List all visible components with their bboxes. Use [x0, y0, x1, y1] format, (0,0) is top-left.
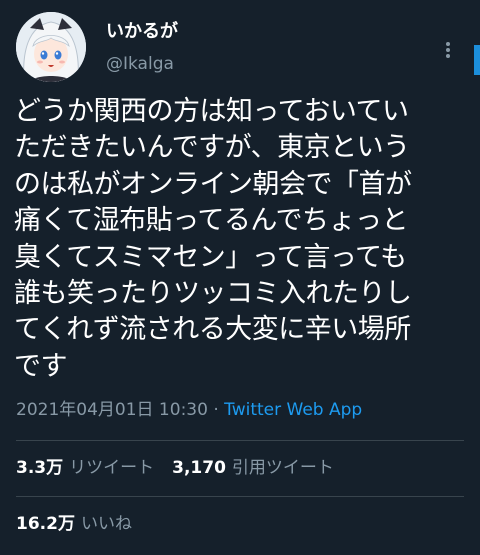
likes-label: いいね [80, 514, 132, 534]
anime-avatar-icon [16, 12, 86, 82]
likes-stat[interactable]: 16.2万 いいね [16, 514, 150, 534]
quotes-label: 引用ツイート [231, 458, 334, 478]
retweets-stat[interactable]: 3.3万 リツイート [16, 458, 172, 478]
tweet-header: いかるが @Ikalga [16, 12, 466, 82]
tweet-text-line: ただきたいんですが、東京という [14, 132, 410, 164]
divider [16, 440, 464, 441]
quotes-count: 3,170 [172, 458, 226, 478]
tweet-text-line: 痛くて湿布貼ってるんでちょっと [14, 205, 409, 237]
like-stats: 16.2万 いいね [16, 513, 150, 535]
retweet-stats: 3.3万 リツイート 3,170 引用ツイート [16, 457, 352, 479]
likes-count: 16.2万 [16, 514, 75, 534]
divider [16, 496, 464, 497]
retweets-count: 3.3万 [16, 458, 64, 478]
tweet-card: いかるが @Ikalga どうか関西の方は知っておいてい ただきたいんですが、東… [0, 0, 480, 555]
author-display-name[interactable]: いかるが [106, 20, 178, 44]
author-handle[interactable]: @Ikalga [106, 52, 178, 76]
author-info: いかるが @Ikalga [106, 20, 178, 76]
more-vertical-icon[interactable] [438, 40, 458, 60]
retweets-label: リツイート [69, 458, 155, 478]
scrollbar-thumb[interactable] [474, 45, 480, 75]
quotes-stat[interactable]: 3,170 引用ツイート [172, 458, 352, 478]
tweet-text-line: です [14, 350, 68, 382]
tweet-text-line: のは私がオンライン朝会で「首が [14, 168, 412, 200]
avatar[interactable] [16, 12, 86, 82]
meta-separator: · [207, 400, 225, 420]
tweet-text: どうか関西の方は知っておいてい ただきたいんですが、東京という のは私がオンライ… [14, 94, 470, 385]
tweet-text-line: 誰も笑ったりツッコミ入れたりし [14, 278, 412, 310]
tweet-text-line: どうか関西の方は知っておいてい [14, 96, 409, 127]
tweet-timestamp[interactable]: 2021年04月01日 10:30 [16, 400, 208, 420]
tweet-meta: 2021年04月01日 10:30 · Twitter Web App [16, 399, 362, 421]
tweet-text-line: 臭くてスミマセン」って言っても [14, 241, 407, 273]
tweet-text-line: てくれず流される大変に辛い場所 [14, 314, 411, 346]
source-app-link[interactable]: Twitter Web App [224, 400, 362, 420]
